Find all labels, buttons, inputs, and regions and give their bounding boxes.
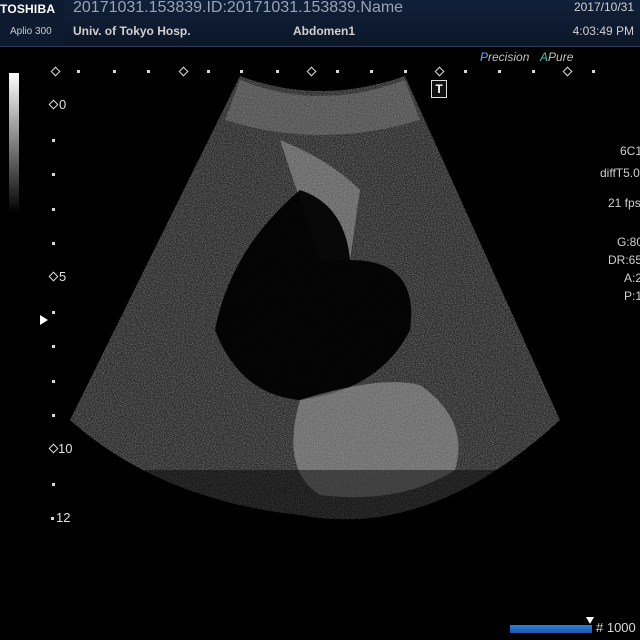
ruler-tick (240, 70, 243, 73)
ruler-marker (178, 66, 189, 77)
frame-count: # 1000 (596, 620, 636, 635)
gain-label: G:80 (617, 235, 640, 249)
a-value-label: A:2 (624, 271, 640, 285)
cine-progress-bar[interactable] (510, 625, 592, 633)
frame-rate-label: 21 fps (608, 196, 640, 210)
ruler-marker (306, 66, 317, 77)
depth-label-0: 0 (59, 97, 67, 112)
ruler-tick (113, 70, 116, 73)
depth-tick (52, 208, 55, 211)
depth-tick (51, 517, 54, 520)
depth-marker-10 (48, 443, 59, 454)
ruler-marker (50, 66, 61, 77)
p-value-label: P:1 (624, 289, 640, 303)
probe-label: 6C1 (620, 144, 640, 158)
depth-marker-0 (48, 99, 59, 110)
ruler-tick (404, 70, 407, 73)
harmonic-label: diffT5.0 (600, 166, 640, 180)
cine-position-marker[interactable] (586, 617, 594, 624)
depth-tick (52, 380, 55, 383)
lateral-ruler (40, 66, 620, 78)
ruler-marker (434, 66, 445, 77)
focus-position-marker[interactable] (40, 315, 48, 325)
ruler-tick (147, 70, 150, 73)
ruler-tick (370, 70, 373, 73)
depth-tick (52, 483, 55, 486)
depth-tick (52, 242, 55, 245)
depth-tick (52, 345, 55, 348)
imaging-parameters: 6C1 diffT5.0 21 fps G:80 DR:65 A:2 P:1 (592, 0, 640, 640)
ruler-tick (464, 70, 467, 73)
precision-mode-label: Precision (480, 50, 530, 64)
depth-tick (52, 311, 55, 314)
ultrasound-image (0, 0, 640, 640)
depth-label-12: 12 (56, 510, 71, 525)
ultrasound-sector (70, 76, 560, 520)
t-orientation-marker[interactable]: T (431, 80, 447, 98)
ruler-marker (562, 66, 573, 77)
depth-tick (52, 414, 55, 417)
depth-tick (52, 139, 55, 142)
ruler-tick (207, 70, 210, 73)
depth-label-5: 5 (59, 269, 67, 284)
ruler-tick (532, 70, 535, 73)
ruler-tick (276, 70, 279, 73)
dynamic-range-label: DR:65 (608, 253, 640, 267)
apure-mode-label: APure (540, 50, 574, 64)
depth-tick (52, 173, 55, 176)
ruler-tick (498, 70, 501, 73)
ruler-tick (77, 70, 80, 73)
depth-marker-5 (48, 271, 59, 282)
depth-label-10: 10 (58, 441, 73, 456)
ruler-tick (336, 70, 339, 73)
